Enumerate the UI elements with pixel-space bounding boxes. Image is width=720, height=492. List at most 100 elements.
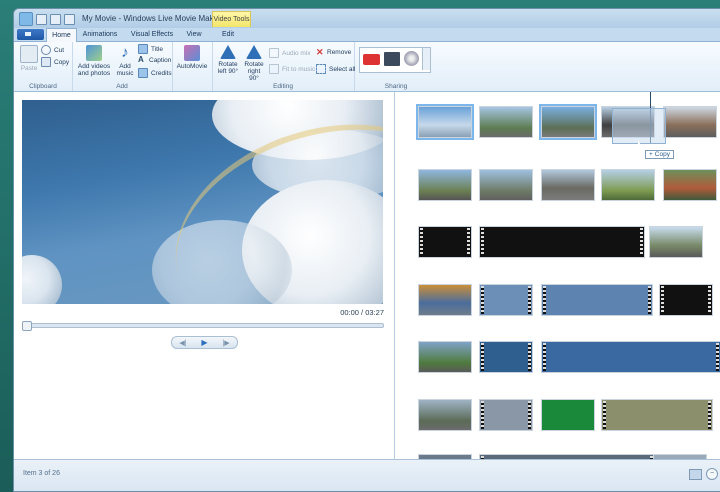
automovie-group: AutoMovie [172,42,213,91]
audio-mix-icon [269,48,279,58]
paste-label: Paste [20,65,38,72]
title-label: Title [151,45,164,53]
previous-frame-icon[interactable]: ◀| [179,339,186,347]
clip-thumbnail[interactable] [649,226,703,258]
credits-button[interactable]: Credits [138,68,172,78]
gallery-more-button[interactable] [422,48,430,70]
storyboard-view-icon[interactable] [689,468,702,480]
tab-edit[interactable]: Edit [214,28,242,41]
rotate-right-button[interactable]: Rotate right 90° [242,45,266,82]
clip-thumbnail[interactable] [416,104,474,140]
clip-thumbnail[interactable] [541,341,720,373]
copy-icon [41,57,51,67]
monitor-icon[interactable] [384,52,400,66]
audio-mix-button[interactable]: Audio mix [269,48,311,58]
film-photo-icon [86,45,102,61]
drag-ghost-thumbnail [612,108,666,144]
paste-button[interactable]: Paste [19,45,39,72]
add-videos-button[interactable]: Add videos and photos [74,45,114,77]
add-videos-label: Add videos and photos [77,63,111,77]
tab-animations[interactable]: Animations [80,28,120,41]
save-icon[interactable] [36,13,47,25]
next-frame-icon[interactable]: |▶ [222,339,229,347]
clip-thumbnail[interactable] [659,284,713,316]
clip-thumbnail[interactable] [479,226,645,258]
play-icon[interactable]: ▶ [201,338,207,347]
clip-thumbnail[interactable] [418,284,472,316]
ribbon: Paste Cut Copy Clipboard Add videos and … [14,42,720,92]
clip-thumbnail[interactable] [601,169,655,201]
title-bar: My Movie - Windows Live Movie Maker Vide… [14,9,720,28]
file-menu-button[interactable] [17,29,44,40]
caption-a-icon: A [138,55,144,64]
status-bar: Item 3 of 26 − [14,459,720,491]
storyboard-pane [395,92,720,459]
rotate-right-icon [246,45,262,59]
preview-video[interactable] [22,100,383,304]
clip-thumbnail[interactable] [479,169,533,201]
clip-thumbnail[interactable] [418,341,472,373]
tab-visual-effects[interactable]: Visual Effects [124,28,180,41]
clip-thumbnail[interactable] [479,106,533,138]
rotate-left-button[interactable]: Rotate left 90° [216,45,240,75]
copy-button[interactable]: Copy [41,57,69,67]
undo-icon[interactable] [50,13,61,25]
automovie-button[interactable]: AutoMovie [176,45,208,70]
clip-thumbnail[interactable] [541,399,595,431]
playback-controls: ◀| ▶ |▶ [171,336,238,349]
preview-pane: 00:00 / 03:27 ◀| ▶ |▶ [14,92,395,459]
clip-thumbnail[interactable] [418,226,472,258]
fit-to-music-icon [269,64,279,74]
fit-to-music-button[interactable]: Fit to music [269,64,315,74]
disc-icon[interactable] [404,51,419,66]
clip-thumbnail[interactable] [418,399,472,431]
sharing-group-label: Sharing [384,83,408,90]
fit-to-music-label: Fit to music [282,65,316,73]
clip-thumbnail[interactable] [479,399,533,431]
title-icon [138,44,148,54]
caption-button[interactable]: A Caption [138,56,171,64]
status-text: Item 3 of 26 [23,470,60,477]
clip-thumbnail[interactable] [418,169,472,201]
remove-x-icon: ✕ [316,47,324,57]
automovie-label: AutoMovie [176,63,208,70]
seek-bar[interactable] [22,321,384,331]
credits-icon [138,68,148,78]
seek-thumb[interactable] [22,321,32,331]
tab-home[interactable]: Home [46,28,77,42]
app-icon[interactable] [19,12,33,26]
clip-thumbnail[interactable] [601,399,713,431]
caption-label: Caption [149,56,172,64]
select-all-button[interactable]: Select all [316,64,355,74]
plus-icon: + [649,151,653,158]
quick-access-toolbar [19,12,75,26]
clip-thumbnail-selected[interactable] [539,104,597,140]
tab-view[interactable]: View [182,28,206,41]
clip-thumbnail[interactable] [663,106,717,138]
select-all-label: Select all [329,65,356,73]
clipboard-group-label: Clipboard [29,83,57,90]
scissors-icon [41,45,51,55]
editing-group-label: Editing [273,83,293,90]
redo-icon[interactable] [64,13,75,25]
zoom-controls: − [689,468,718,480]
add-music-label: Add music [116,63,134,77]
select-all-icon [316,64,326,74]
clip-thumbnail[interactable] [541,169,595,201]
clip-thumbnail[interactable] [479,284,533,316]
copy-tooltip-label: Copy [654,151,670,158]
clip-thumbnail[interactable] [541,284,653,316]
automovie-icon [184,45,200,61]
zoom-out-icon[interactable]: − [706,468,718,480]
clip-thumbnail[interactable] [663,169,717,201]
youtube-icon[interactable] [363,54,380,65]
remove-button[interactable]: ✕ Remove [316,47,351,57]
mouse-cursor-icon [638,140,643,149]
editing-group: Rotate left 90° Rotate right 90° Audio m… [212,42,355,91]
rotate-right-label: Rotate right 90° [244,61,264,82]
title-button[interactable]: Title [138,44,163,54]
cut-button[interactable]: Cut [41,45,64,55]
add-music-button[interactable]: ♪ Add music [115,45,135,78]
sharing-group: Sharing [357,42,435,91]
clip-thumbnail[interactable] [479,341,533,373]
